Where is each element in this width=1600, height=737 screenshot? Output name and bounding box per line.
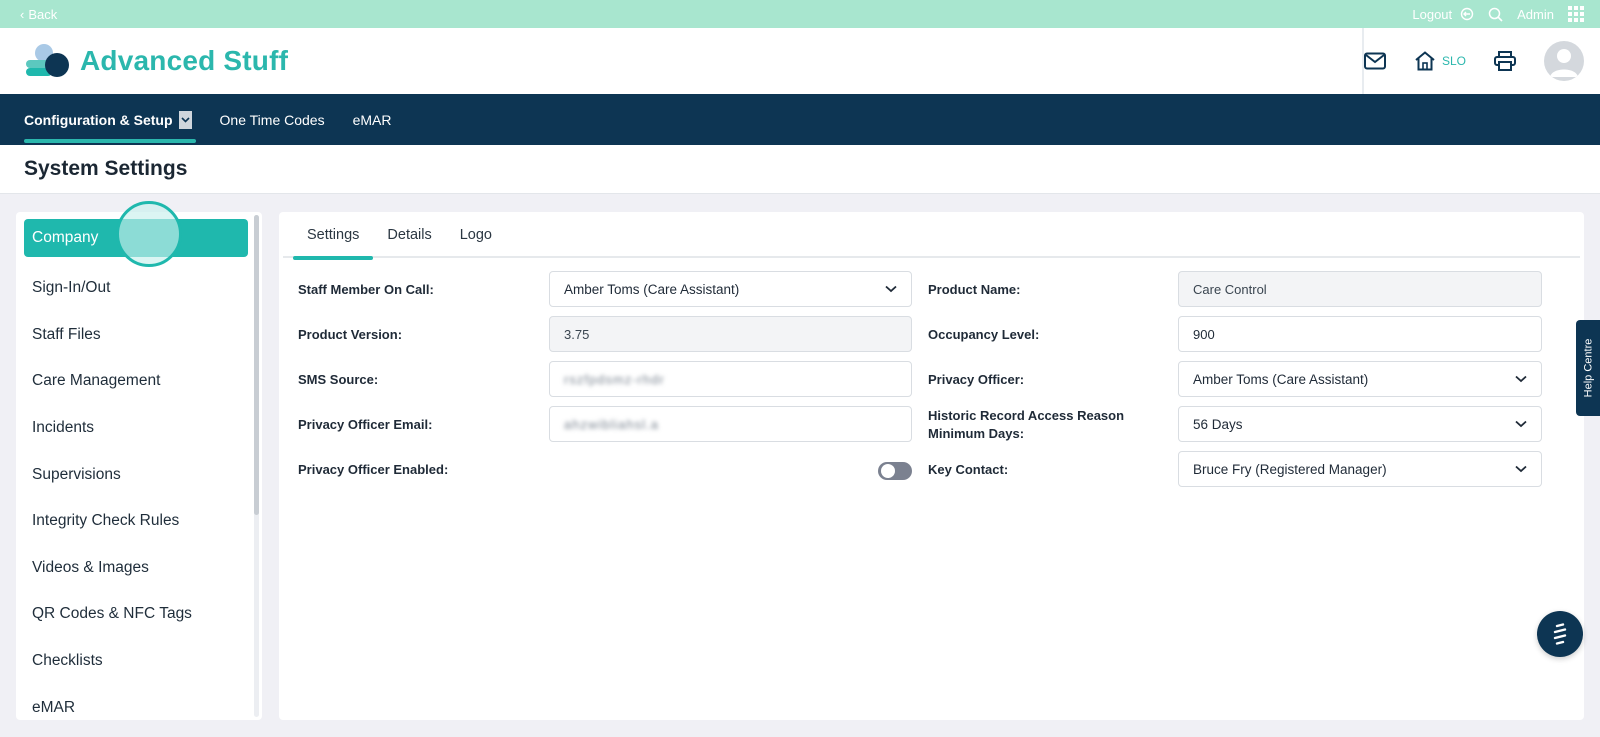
header-icons: SLO xyxy=(1363,28,1584,94)
sms-source-input[interactable]: rszfpdsmz-rhdr xyxy=(549,361,912,397)
product-name-field: Care Control xyxy=(1178,271,1542,307)
app-header: Advanced Stuff SLO xyxy=(0,28,1600,94)
avatar[interactable] xyxy=(1544,41,1584,81)
historic-access-select[interactable]: 56 Days xyxy=(1178,406,1542,442)
occupancy-value: 900 xyxy=(1193,326,1215,342)
sidebar-item-incidents[interactable]: Incidents xyxy=(24,405,248,452)
product-version-label: Product Version: xyxy=(298,327,403,342)
historic-access-label-line1: Historic Record Access Reason xyxy=(928,408,1125,423)
privacy-email-label: Privacy Officer Email: xyxy=(298,417,433,432)
nav-label: eMAR xyxy=(352,111,392,128)
title-bar: System Settings xyxy=(0,145,1600,194)
sidebar-item-sign-in-out[interactable]: Sign-In/Out xyxy=(24,265,248,312)
nav-label: Configuration & Setup xyxy=(24,111,173,128)
nav-label: One Time Codes xyxy=(219,111,325,128)
mail-icon[interactable] xyxy=(1363,52,1386,70)
historic-access-label-line2: Minimum Days: xyxy=(928,426,1025,441)
settings-tabs: Settings Details Logo xyxy=(283,212,1580,260)
privacy-officer-label: Privacy Officer: xyxy=(928,372,1025,387)
help-centre-tab[interactable]: Help Centre xyxy=(1576,320,1600,416)
privacy-enabled-toggle[interactable] xyxy=(878,462,912,480)
logout-icon xyxy=(1460,7,1474,21)
sidebar-item-supervisions[interactable]: Supervisions xyxy=(24,451,248,498)
brand[interactable]: Advanced Stuff xyxy=(24,43,288,79)
home-button[interactable]: SLO xyxy=(1414,51,1466,71)
staff-on-call-value: Amber Toms (Care Assistant) xyxy=(564,281,740,297)
key-contact-value: Bruce Fry (Registered Manager) xyxy=(1193,461,1387,477)
user-silhouette-icon xyxy=(1550,49,1578,77)
printer-icon[interactable] xyxy=(1494,51,1516,71)
product-name-value: Care Control xyxy=(1193,281,1267,297)
brand-logo-icon xyxy=(26,44,69,77)
nav-configuration-setup[interactable]: Configuration & Setup xyxy=(24,94,196,145)
tab-details[interactable]: Details xyxy=(373,212,445,258)
key-contact-select[interactable]: Bruce Fry (Registered Manager) xyxy=(1178,451,1542,487)
home-icon xyxy=(1415,51,1435,71)
product-name-label: Product Name: xyxy=(928,282,1021,297)
logout-button[interactable]: Logout xyxy=(1412,7,1474,22)
tab-settings[interactable]: Settings xyxy=(293,212,374,260)
historic-access-value: 56 Days xyxy=(1193,416,1243,432)
top-bar: ‹ Back Logout Admin xyxy=(0,0,1600,28)
chevron-left-icon: ‹ xyxy=(20,6,25,22)
assistant-icon xyxy=(1553,623,1567,645)
sidebar-item-staff-files[interactable]: Staff Files xyxy=(24,312,248,359)
privacy-email-value: ahzwibliahsl.a xyxy=(564,416,659,432)
staff-on-call-label: Staff Member On Call: xyxy=(298,282,434,297)
main-nav: Configuration & Setup One Time Codes eMA… xyxy=(0,94,1600,145)
sidebar-item-videos-images[interactable]: Videos & Images xyxy=(24,545,248,592)
product-version-field: 3.75 xyxy=(549,316,912,352)
occupancy-label: Occupancy Level: xyxy=(928,327,1040,342)
assistant-button[interactable] xyxy=(1537,611,1583,657)
historic-access-label: Historic Record Access Reason Minimum Da… xyxy=(928,407,1158,443)
product-version-value: 3.75 xyxy=(564,326,590,342)
privacy-enabled-label: Privacy Officer Enabled: xyxy=(298,462,449,477)
sms-source-value: rszfpdsmz-rhdr xyxy=(564,371,665,387)
sidebar-item-qr-codes-nfc-tags[interactable]: QR Codes & NFC Tags xyxy=(24,591,248,638)
nav-one-time-codes[interactable]: One Time Codes xyxy=(220,94,325,145)
brand-title: Advanced Stuff xyxy=(80,45,289,76)
apps-grid-icon[interactable] xyxy=(1568,6,1584,22)
sidebar-item-checklists[interactable]: Checklists xyxy=(24,638,248,685)
settings-sidebar: Company Sign-In/Out Staff Files Care Man… xyxy=(16,212,262,720)
chevron-down-icon xyxy=(885,285,897,293)
nav-emar[interactable]: eMAR xyxy=(353,94,392,145)
staff-on-call-select[interactable]: Amber Toms (Care Assistant) xyxy=(549,271,912,307)
occupancy-input[interactable]: 900 xyxy=(1178,316,1542,352)
chevron-down-icon xyxy=(1515,465,1527,473)
key-contact-label: Key Contact: xyxy=(928,462,1009,477)
chevron-down-icon xyxy=(1515,420,1527,428)
tab-logo[interactable]: Logo xyxy=(446,212,506,258)
back-link[interactable]: ‹ Back xyxy=(20,7,57,22)
sidebar-item-company[interactable]: Company xyxy=(24,219,248,257)
sidebar-item-care-management[interactable]: Care Management xyxy=(24,358,248,405)
privacy-officer-value: Amber Toms (Care Assistant) xyxy=(1193,371,1369,387)
admin-menu[interactable]: Admin xyxy=(1517,7,1554,22)
page-title: System Settings xyxy=(24,157,188,180)
back-label: Back xyxy=(28,6,58,22)
search-icon[interactable] xyxy=(1488,7,1503,22)
logout-label: Logout xyxy=(1412,6,1453,22)
sms-source-label: SMS Source: xyxy=(298,372,379,387)
toggle-knob xyxy=(881,464,895,478)
sidebar-list: Company Sign-In/Out Staff Files Care Man… xyxy=(16,212,262,720)
home-label: SLO xyxy=(1441,54,1466,68)
sidebar-scrollbar-thumb[interactable] xyxy=(254,215,259,515)
top-right-controls: Logout Admin xyxy=(1412,6,1584,22)
sidebar-item-emar[interactable]: eMAR xyxy=(24,684,248,720)
privacy-email-input[interactable]: ahzwibliahsl.a xyxy=(549,406,912,442)
chevron-down-icon[interactable] xyxy=(178,110,192,129)
settings-panel: Settings Details Logo Staff Member On Ca… xyxy=(279,212,1584,720)
sidebar-item-integrity-check-rules[interactable]: Integrity Check Rules xyxy=(24,498,248,545)
chevron-down-icon xyxy=(1515,375,1527,383)
help-centre-label: Help Centre xyxy=(1582,338,1595,398)
privacy-officer-select[interactable]: Amber Toms (Care Assistant) xyxy=(1178,361,1542,397)
